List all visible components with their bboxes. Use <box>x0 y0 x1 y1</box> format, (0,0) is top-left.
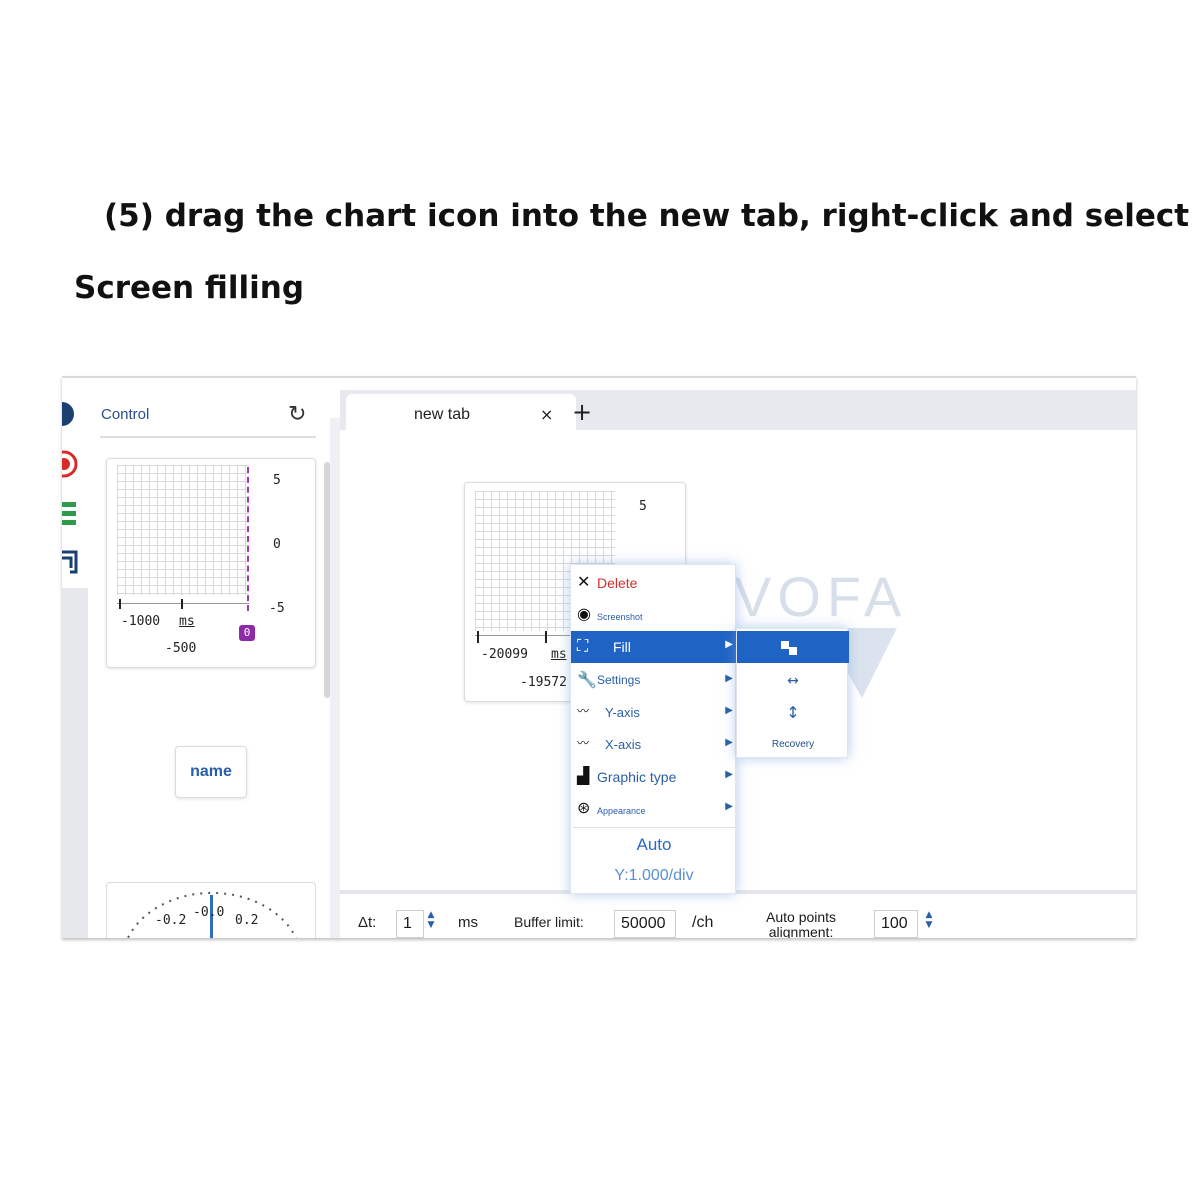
name-button[interactable]: name <box>175 746 247 798</box>
fill-full-icon <box>781 641 789 649</box>
fill-full-icon <box>789 647 797 655</box>
control-chart-widget[interactable]: 5 0 -5 -1000 ms -500 0 <box>106 458 316 668</box>
y-scale-readout: Y:1.000/div <box>614 867 694 884</box>
wave-icon: 〰 <box>577 704 590 718</box>
menu-item-label: Graphic type <box>597 769 677 785</box>
status-divider <box>340 890 1136 894</box>
menu-item-delete[interactable]: ✕ Delete <box>571 567 737 599</box>
submenu-arrow-icon: ▶ <box>725 801 733 812</box>
menu-item-x-axis[interactable]: 〰 X-axis ▶ <box>571 729 737 761</box>
x-tick-label: -500 <box>165 641 197 656</box>
menu-item-label: Y-axis <box>605 705 640 720</box>
menu-item-label: Screenshot <box>597 612 643 622</box>
screenshot-icon: ◉ <box>577 604 591 623</box>
menu-item-graphic-type[interactable]: ▟ Graphic type ▶ <box>571 761 737 793</box>
y-tick-label: 5 <box>273 473 281 488</box>
watermark-logo: VOFA <box>734 565 908 628</box>
y-tick-label: 5 <box>639 499 647 514</box>
gauge-label: -0.0 <box>193 905 225 920</box>
x-tick-label: -20099 <box>481 647 528 662</box>
close-icon[interactable]: × <box>540 405 553 424</box>
fill-horizontal-option[interactable]: ↔ <box>737 665 849 697</box>
menu-item-settings[interactable]: 🔧 Settings ▶ <box>571 665 737 697</box>
menu-item-label: Fill <box>613 639 631 655</box>
menu-item-y-axis[interactable]: 〰 Y-axis ▶ <box>571 697 737 729</box>
instruction-line-2: Screen filling <box>74 270 305 306</box>
auto-points-input[interactable]: 100 <box>874 910 918 938</box>
chart-grid <box>117 465 249 595</box>
auto-points-label-line: alignment: <box>768 924 834 939</box>
record-icon[interactable] <box>62 450 80 478</box>
gauge-label: -0.2 <box>155 913 187 928</box>
x-unit-label: ms <box>551 647 567 662</box>
cursor-line <box>247 467 249 611</box>
refresh-icon[interactable]: ↻ <box>288 402 306 427</box>
menu-item-appearance[interactable]: ⊛ Appearance ▶ <box>571 793 737 825</box>
dt-label: Δt: <box>358 914 377 931</box>
list-icon[interactable] <box>62 502 78 526</box>
tab-new-tab[interactable]: new tab × <box>346 394 576 434</box>
auto-points-label: Auto points alignment: <box>766 909 837 939</box>
menu-item-fill[interactable]: ⛶ Fill ▶ <box>571 631 737 663</box>
x-tick-label: -1000 <box>121 614 161 629</box>
control-panel-title: Control <box>101 406 150 423</box>
menu-item-label: Appearance <box>597 806 646 816</box>
x-tick-label: -19572 <box>520 675 567 690</box>
fill-icon: ⛶ <box>577 636 589 655</box>
tab-label: new tab <box>414 406 471 423</box>
toolbar-background <box>62 588 88 938</box>
palette-icon: ⊛ <box>577 798 591 817</box>
submenu-arrow-icon: ▶ <box>725 705 733 716</box>
dt-stepper-icon[interactable]: ▲ ▼ <box>424 910 438 930</box>
y-tick-label: -5 <box>269 601 285 616</box>
fill-submenu: ↔ ↕ Recovery <box>736 628 849 761</box>
divider <box>100 436 316 438</box>
app-screenshot: Control ↻ 5 0 -5 -1000 ms -500 0 name -0… <box>62 376 1136 938</box>
submenu-arrow-icon: ▶ <box>725 737 733 748</box>
submenu-arrow-icon: ▶ <box>725 673 733 684</box>
fill-full-screen-option[interactable] <box>737 631 849 663</box>
x-unit-label: ms <box>179 614 195 629</box>
buffer-input[interactable]: 50000 <box>614 910 676 938</box>
menu-item-screenshot[interactable]: ◉ Screenshot <box>571 599 737 631</box>
wrench-icon: 🔧 <box>577 670 597 689</box>
dt-unit: ms <box>458 914 478 931</box>
submenu-arrow-icon: ▶ <box>725 769 733 780</box>
left-toolbar <box>62 378 90 938</box>
connection-icon[interactable] <box>62 402 78 426</box>
x-axis-line <box>117 603 249 604</box>
x-tick-mark <box>477 631 479 643</box>
panel-separator <box>330 418 340 938</box>
instruction-line-1: (5) drag the chart icon into the new tab… <box>104 198 1200 234</box>
x-tick-mark <box>119 599 121 609</box>
menu-item-label: X-axis <box>605 737 642 752</box>
auto-points-label-line: Auto points <box>766 909 837 925</box>
widgets-icon[interactable] <box>62 550 80 576</box>
x-tick-mark <box>181 599 183 609</box>
buffer-unit: /ch <box>692 914 714 931</box>
auto-points-stepper-icon[interactable]: ▲ ▼ <box>922 910 936 930</box>
add-tab-icon[interactable]: + <box>572 398 592 426</box>
fill-recovery-option[interactable]: Recovery <box>737 729 849 761</box>
cursor-badge: 0 <box>239 625 255 641</box>
x-tick-mark <box>545 631 547 643</box>
fill-vertical-option[interactable]: ↕ <box>737 697 849 729</box>
context-menu: ✕ Delete ◉ Screenshot ⛶ Fill ▶ 🔧 Setting… <box>570 564 737 894</box>
wave-icon: 〰 <box>577 736 590 750</box>
buffer-label: Buffer limit: <box>514 914 584 930</box>
menu-divider <box>573 827 735 828</box>
chart-type-icon: ▟ <box>577 766 590 785</box>
tab-bar: new tab × + <box>340 390 1136 434</box>
gauge-widget[interactable]: -0.2 -0.0 0.2 <box>106 882 316 938</box>
gauge-label: 0.2 <box>235 913 259 928</box>
menu-item-label: Delete <box>597 575 638 591</box>
close-icon: ✕ <box>577 572 591 591</box>
menu-item-auto[interactable]: Auto <box>571 835 737 855</box>
y-tick-label: 0 <box>273 537 281 552</box>
menu-item-label: Settings <box>597 673 641 687</box>
submenu-arrow-icon: ▶ <box>725 639 733 650</box>
dt-input[interactable]: 1 <box>396 910 424 938</box>
